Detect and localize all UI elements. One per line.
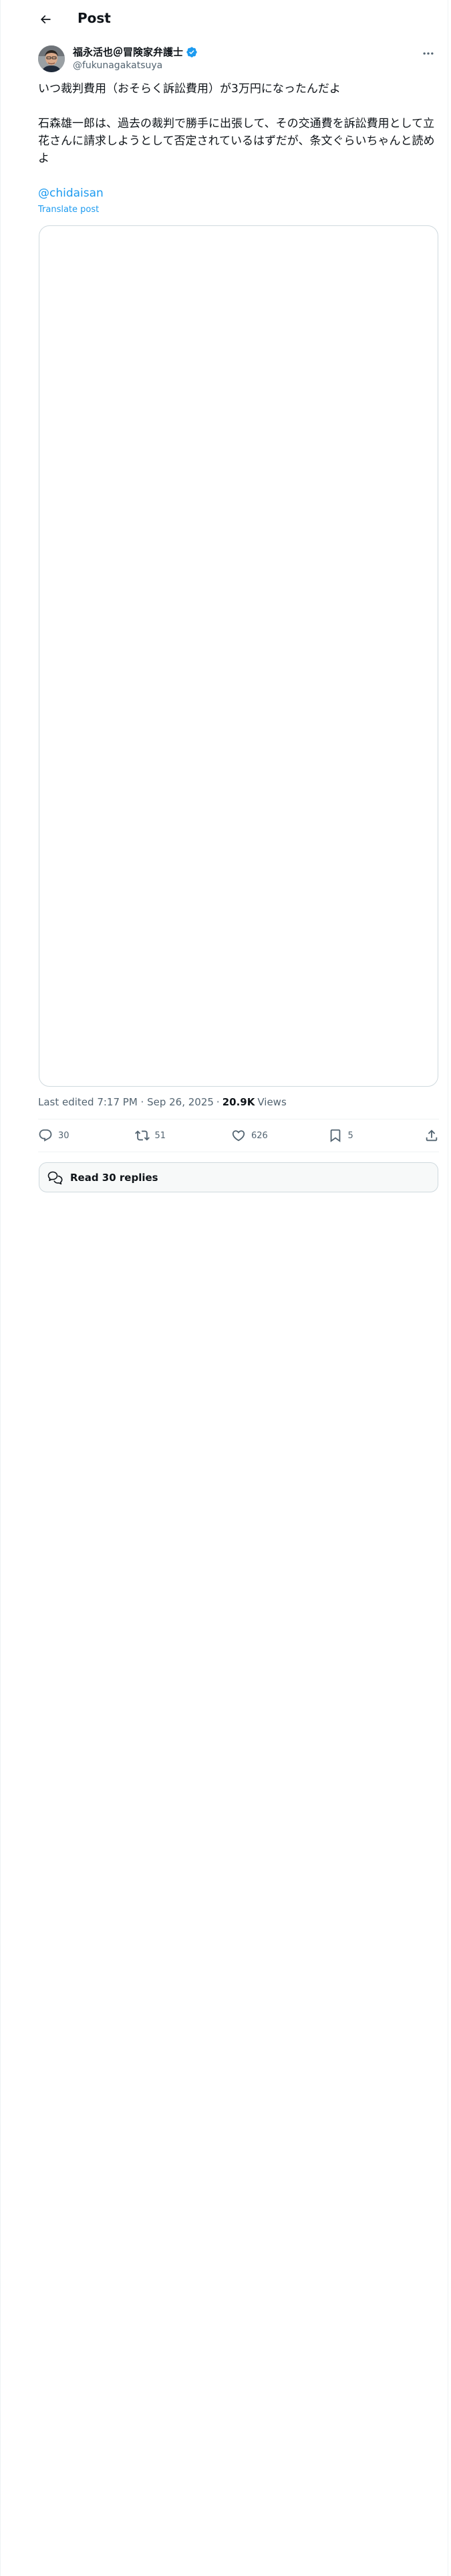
more-options-button[interactable]: [419, 47, 438, 60]
mention-link[interactable]: @chidaisan: [38, 185, 104, 201]
verified-badge-icon[interactable]: [186, 46, 198, 58]
repost-icon: [134, 1130, 150, 1141]
tweet-paragraph: 石森雄一郎は、過去の裁判で勝手に出張して、その交通費を訴訟費用として立花さんに請…: [38, 117, 435, 165]
read-replies-label: Read 30 replies: [70, 1171, 158, 1184]
share-button[interactable]: [424, 1128, 439, 1143]
more-horizontal-icon: [423, 52, 434, 55]
header-bar: Post: [1, 0, 448, 35]
like-count: 626: [251, 1130, 268, 1141]
bookmark-button[interactable]: 5: [328, 1128, 368, 1143]
page: Post 福永活也＠冒険家弁護士 @fukunagakatsuya いつ裁判費用…: [0, 0, 451, 2576]
read-replies-button[interactable]: Read 30 replies: [39, 1162, 438, 1192]
post-column: Post 福永活也＠冒険家弁護士 @fukunagakatsuya いつ裁判費用…: [1, 0, 448, 2576]
author-name[interactable]: 福永活也＠冒険家弁護士: [73, 45, 183, 59]
views-count: 20.9K: [222, 1096, 255, 1108]
reply-button[interactable]: 30: [38, 1128, 78, 1143]
author-handle[interactable]: @fukunagakatsuya: [73, 60, 162, 72]
translate-post-link[interactable]: Translate post: [38, 205, 99, 215]
like-button[interactable]: 626: [231, 1128, 271, 1143]
back-button[interactable]: [34, 8, 57, 31]
heart-icon: [232, 1130, 245, 1142]
tweet-paragraph: いつ裁判費用（おそらく訴訟費用）が3万円になったんだよ: [38, 82, 341, 96]
tweet-text: いつ裁判費用（おそらく訴訟費用）が3万円になったんだよ 石森雄一郎は、過去の裁判…: [38, 80, 439, 167]
arrow-left-icon: [40, 15, 51, 24]
repost-count: 51: [154, 1130, 166, 1141]
avatar[interactable]: [38, 45, 65, 72]
repost-button[interactable]: 51: [134, 1128, 175, 1143]
views-label: Views: [257, 1096, 287, 1108]
page-title: Post: [78, 10, 111, 26]
meta-separator: ·: [216, 1096, 220, 1108]
action-bar: 30 51 626 5: [38, 1119, 439, 1152]
edited-timestamp[interactable]: Last edited 7:17 PM · Sep 26, 2025: [38, 1095, 214, 1109]
scrollbar[interactable]: [448, 0, 451, 2576]
bookmark-count: 5: [347, 1130, 353, 1141]
reply-count: 30: [58, 1130, 69, 1141]
author-name-row[interactable]: 福永活也＠冒険家弁護士: [73, 45, 198, 59]
speech-bubbles-icon: [47, 1171, 63, 1184]
bookmark-icon: [330, 1129, 340, 1143]
post-meta: Last edited 7:17 PM · Sep 26, 2025 · 20.…: [38, 1095, 287, 1109]
share-icon: [426, 1130, 438, 1142]
avatar-photo-icon: [38, 45, 65, 72]
media-card[interactable]: [39, 225, 438, 1087]
reply-icon: [39, 1129, 52, 1142]
